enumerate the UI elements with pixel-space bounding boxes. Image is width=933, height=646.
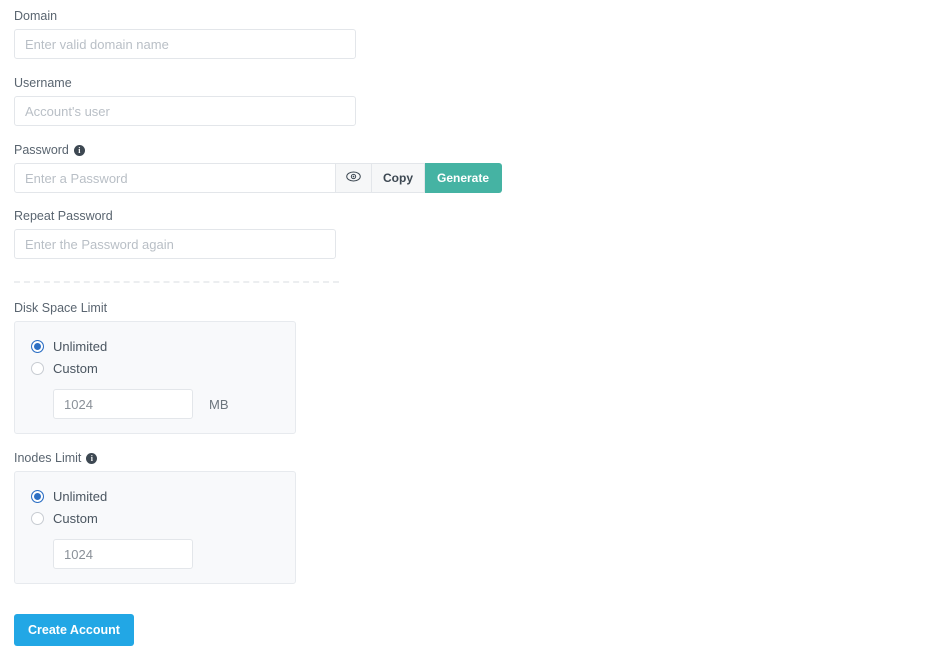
inodes-unlimited-label: Unlimited xyxy=(53,488,108,504)
generate-button-label: Generate xyxy=(437,171,490,185)
domain-field-group: Domain xyxy=(14,8,933,59)
create-account-button[interactable]: Create Account xyxy=(14,614,134,646)
copy-button-label: Copy xyxy=(383,171,413,185)
disk-space-custom-radio[interactable] xyxy=(31,361,44,375)
disk-space-custom-label: Custom xyxy=(53,360,98,376)
submit-row: Create Account xyxy=(14,614,933,646)
password-label: Password i xyxy=(14,142,933,158)
inodes-unlimited-option[interactable]: Unlimited xyxy=(31,485,295,507)
repeat-password-label-text: Repeat Password xyxy=(14,209,113,223)
password-input[interactable] xyxy=(14,163,336,193)
create-account-button-label: Create Account xyxy=(28,623,120,637)
inodes-limit-label-text: Inodes Limit xyxy=(14,451,82,465)
inodes-custom-label: Custom xyxy=(53,510,98,526)
inodes-unlimited-radio[interactable] xyxy=(31,489,44,503)
create-account-form: Domain Username Password i xyxy=(0,0,933,646)
password-field-group: Password i Copy Generate xyxy=(14,142,933,193)
disk-space-unlimited-radio[interactable] xyxy=(31,339,44,353)
section-divider xyxy=(14,281,339,284)
disk-space-unlimited-label: Unlimited xyxy=(53,338,108,354)
disk-space-unlimited-option[interactable]: Unlimited xyxy=(31,335,295,357)
password-input-group: Copy Generate xyxy=(14,163,933,193)
repeat-password-input[interactable] xyxy=(14,229,336,259)
username-field-group: Username xyxy=(14,75,933,126)
inodes-limit-info-icon[interactable]: i xyxy=(86,452,98,464)
disk-space-limit-label-text: Disk Space Limit xyxy=(14,301,108,315)
inodes-custom-radio[interactable] xyxy=(31,511,44,525)
domain-label: Domain xyxy=(14,8,933,24)
domain-label-text: Domain xyxy=(14,9,58,23)
repeat-password-field-group: Repeat Password xyxy=(14,208,933,259)
password-label-text: Password xyxy=(14,143,69,157)
disk-space-limit-label: Disk Space Limit xyxy=(14,300,933,316)
inodes-limit-panel: Unlimited Custom xyxy=(14,471,296,584)
inodes-custom-row xyxy=(31,539,295,569)
disk-space-unit-label: MB xyxy=(209,396,229,412)
username-label-text: Username xyxy=(14,76,72,90)
disk-space-custom-option[interactable]: Custom xyxy=(31,357,295,379)
inodes-custom-option[interactable]: Custom xyxy=(31,507,295,529)
toggle-password-visibility-button[interactable] xyxy=(336,163,372,193)
eye-icon xyxy=(346,171,361,185)
username-input[interactable] xyxy=(14,96,356,126)
disk-space-limit-section: Disk Space Limit Unlimited Custom MB xyxy=(14,300,933,434)
domain-input[interactable] xyxy=(14,29,356,59)
disk-space-amount-input[interactable] xyxy=(53,389,193,419)
username-label: Username xyxy=(14,75,933,91)
generate-password-button[interactable]: Generate xyxy=(425,163,503,193)
inodes-limit-section: Inodes Limit i Unlimited Custom xyxy=(14,450,933,584)
password-info-icon[interactable]: i xyxy=(73,144,85,156)
inodes-limit-label: Inodes Limit i xyxy=(14,450,933,466)
disk-space-limit-panel: Unlimited Custom MB xyxy=(14,321,296,434)
copy-password-button[interactable]: Copy xyxy=(372,163,425,193)
repeat-password-label: Repeat Password xyxy=(14,208,933,224)
disk-space-custom-row: MB xyxy=(31,389,295,419)
inodes-amount-input[interactable] xyxy=(53,539,193,569)
